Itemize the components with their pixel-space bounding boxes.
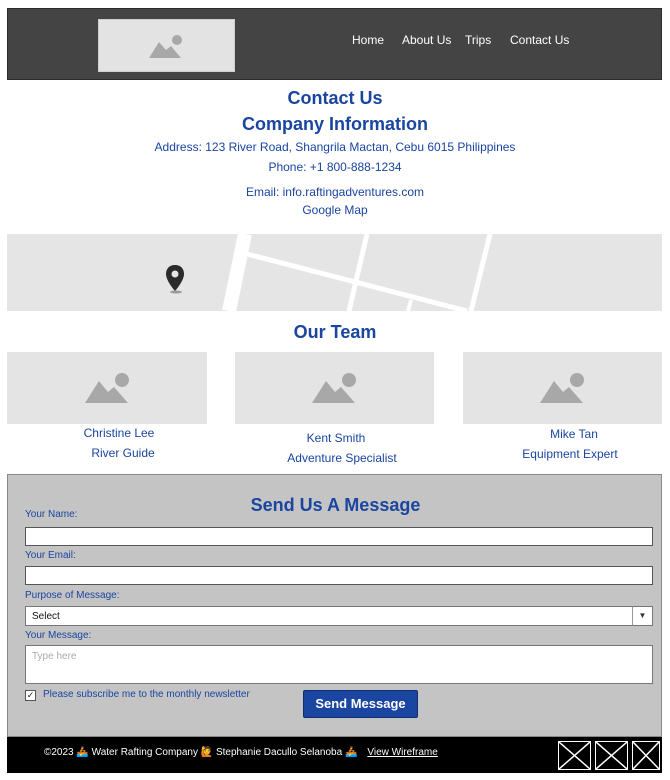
image-placeholder-icon bbox=[312, 373, 356, 403]
team-photo-mike bbox=[463, 352, 662, 424]
social-placeholder-icon[interactable] bbox=[632, 741, 660, 770]
email-text[interactable]: Email: info.raftingadventures.com bbox=[0, 185, 670, 199]
company-info-title: Company Information bbox=[241, 114, 428, 134]
email-input[interactable] bbox=[25, 566, 653, 585]
team-member-role: River Guide bbox=[91, 446, 155, 460]
team-member-name: Kent Smith bbox=[306, 431, 366, 445]
chevron-down-icon[interactable]: ▼ bbox=[632, 607, 652, 625]
map-placeholder[interactable] bbox=[7, 234, 662, 311]
purpose-select[interactable]: Select ▼ bbox=[25, 606, 653, 626]
newsletter-label: Please subscribe me to the monthly newsl… bbox=[43, 689, 250, 700]
view-wireframe-link[interactable]: View Wireframe bbox=[367, 747, 437, 758]
image-placeholder-icon bbox=[85, 373, 129, 403]
name-label: Your Name: bbox=[25, 509, 78, 520]
image-placeholder-icon bbox=[149, 35, 182, 58]
social-placeholder-icon[interactable] bbox=[595, 741, 628, 770]
team-member-role: Equipment Expert bbox=[522, 447, 618, 461]
footer-credits: ©2023 🚣 Water Rafting Company 🙋 Stephani… bbox=[44, 747, 438, 758]
team-member-role: Adventure Specialist bbox=[287, 451, 397, 465]
site-header: Home About Us Trips Contact Us bbox=[7, 8, 662, 80]
purpose-selected-value: Select bbox=[32, 611, 60, 622]
newsletter-checkbox[interactable]: ✓ bbox=[25, 690, 36, 701]
message-placeholder: Type here bbox=[32, 651, 77, 662]
team-photo-kent bbox=[235, 352, 434, 424]
message-textarea[interactable]: Type here bbox=[25, 645, 653, 684]
map-pin-icon bbox=[166, 265, 184, 294]
contact-form: Send Us A Message Your Name: Your Email:… bbox=[7, 474, 662, 737]
team-photo-christine bbox=[7, 352, 207, 424]
nav-home[interactable]: Home bbox=[352, 33, 384, 47]
message-label: Your Message: bbox=[25, 630, 92, 641]
site-footer: ©2023 🚣 Water Rafting Company 🙋 Stephani… bbox=[7, 737, 662, 773]
social-placeholder-icon[interactable] bbox=[558, 741, 591, 770]
purpose-label: Purpose of Message: bbox=[25, 590, 120, 601]
phone-text: Phone: +1 800-888-1234 bbox=[268, 160, 402, 174]
team-member-name: Mike Tan bbox=[550, 427, 598, 441]
form-title: Send Us A Message bbox=[250, 495, 421, 515]
team-member-name: Christine Lee bbox=[83, 426, 155, 440]
name-input[interactable] bbox=[25, 527, 653, 546]
address-text: Address: 123 River Road, Shangrila Macta… bbox=[154, 140, 516, 154]
contact-title: Contact Us bbox=[287, 88, 383, 108]
send-message-button[interactable]: Send Message bbox=[303, 690, 418, 718]
nav-trips[interactable]: Trips bbox=[465, 33, 491, 47]
google-map-link[interactable]: Google Map bbox=[0, 203, 670, 217]
nav-about-us[interactable]: About Us bbox=[402, 33, 451, 47]
nav-contact-us[interactable]: Contact Us bbox=[510, 33, 569, 47]
copyright-text: ©2023 🚣 Water Rafting Company 🙋 Stephani… bbox=[44, 747, 358, 758]
image-placeholder-icon bbox=[540, 373, 584, 403]
email-label: Your Email: bbox=[25, 550, 76, 561]
team-title: Our Team bbox=[293, 322, 377, 342]
logo-image[interactable] bbox=[98, 19, 235, 72]
